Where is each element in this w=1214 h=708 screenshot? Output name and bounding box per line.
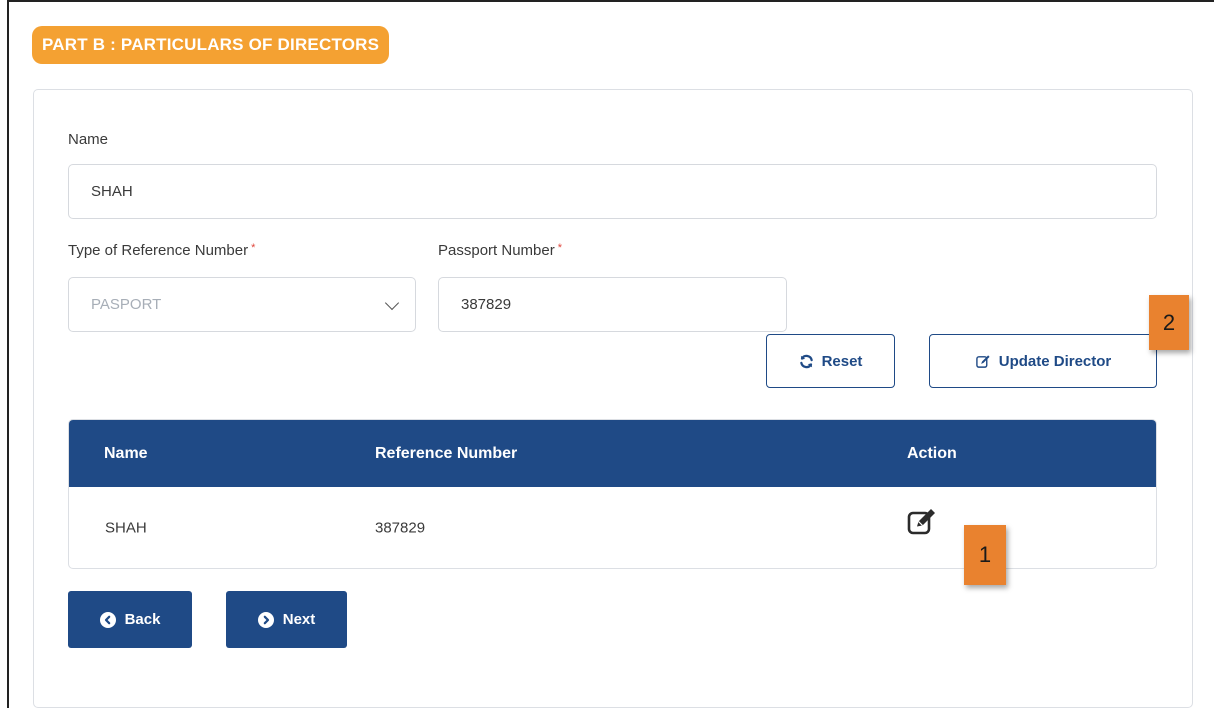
passport-label-text: Passport Number <box>438 242 555 259</box>
row-reference: 387829 <box>375 519 426 537</box>
table-header: Name Reference Number Action <box>69 420 1156 487</box>
column-header-action: Action <box>907 444 957 462</box>
required-asterisk: * <box>557 242 562 254</box>
edit-row-icon[interactable] <box>907 507 939 541</box>
annotation-marker-1: 1 <box>964 525 1006 585</box>
update-director-button[interactable]: Update Director <box>929 334 1157 388</box>
edit-icon <box>975 354 990 368</box>
back-label: Back <box>124 611 161 628</box>
column-header-reference: Reference Number <box>375 444 518 462</box>
annotation-marker-2: 2 <box>1149 295 1189 350</box>
chevron-left-circle-icon <box>99 611 116 628</box>
passport-value: 387829 <box>461 296 512 313</box>
name-label: Name <box>68 131 109 148</box>
next-button[interactable]: Next <box>226 591 347 648</box>
ref-type-select[interactable]: PASPORT <box>68 277 416 332</box>
ref-type-label-text: Type of Reference Number <box>68 242 249 259</box>
reset-button[interactable]: Reset <box>766 334 895 388</box>
passport-label: Passport Number * <box>438 242 562 259</box>
ref-type-value: PASPORT <box>91 296 162 313</box>
chevron-right-circle-icon <box>257 611 274 628</box>
passport-number-input[interactable]: 387829 <box>438 277 787 332</box>
name-input[interactable]: SHAH <box>68 164 1157 219</box>
next-label: Next <box>282 611 316 628</box>
ref-type-label: Type of Reference Number * <box>68 242 255 259</box>
reset-label: Reset <box>821 352 863 370</box>
section-title: PART B : PARTICULARS OF DIRECTORS <box>32 26 390 64</box>
column-header-name: Name <box>104 444 148 462</box>
update-director-label: Update Director <box>998 352 1112 370</box>
chevron-down-icon <box>384 295 400 310</box>
refresh-icon <box>799 354 813 368</box>
name-value: SHAH <box>91 183 133 200</box>
row-name: SHAH <box>105 519 147 537</box>
back-button[interactable]: Back <box>68 591 192 648</box>
required-asterisk: * <box>251 242 256 254</box>
